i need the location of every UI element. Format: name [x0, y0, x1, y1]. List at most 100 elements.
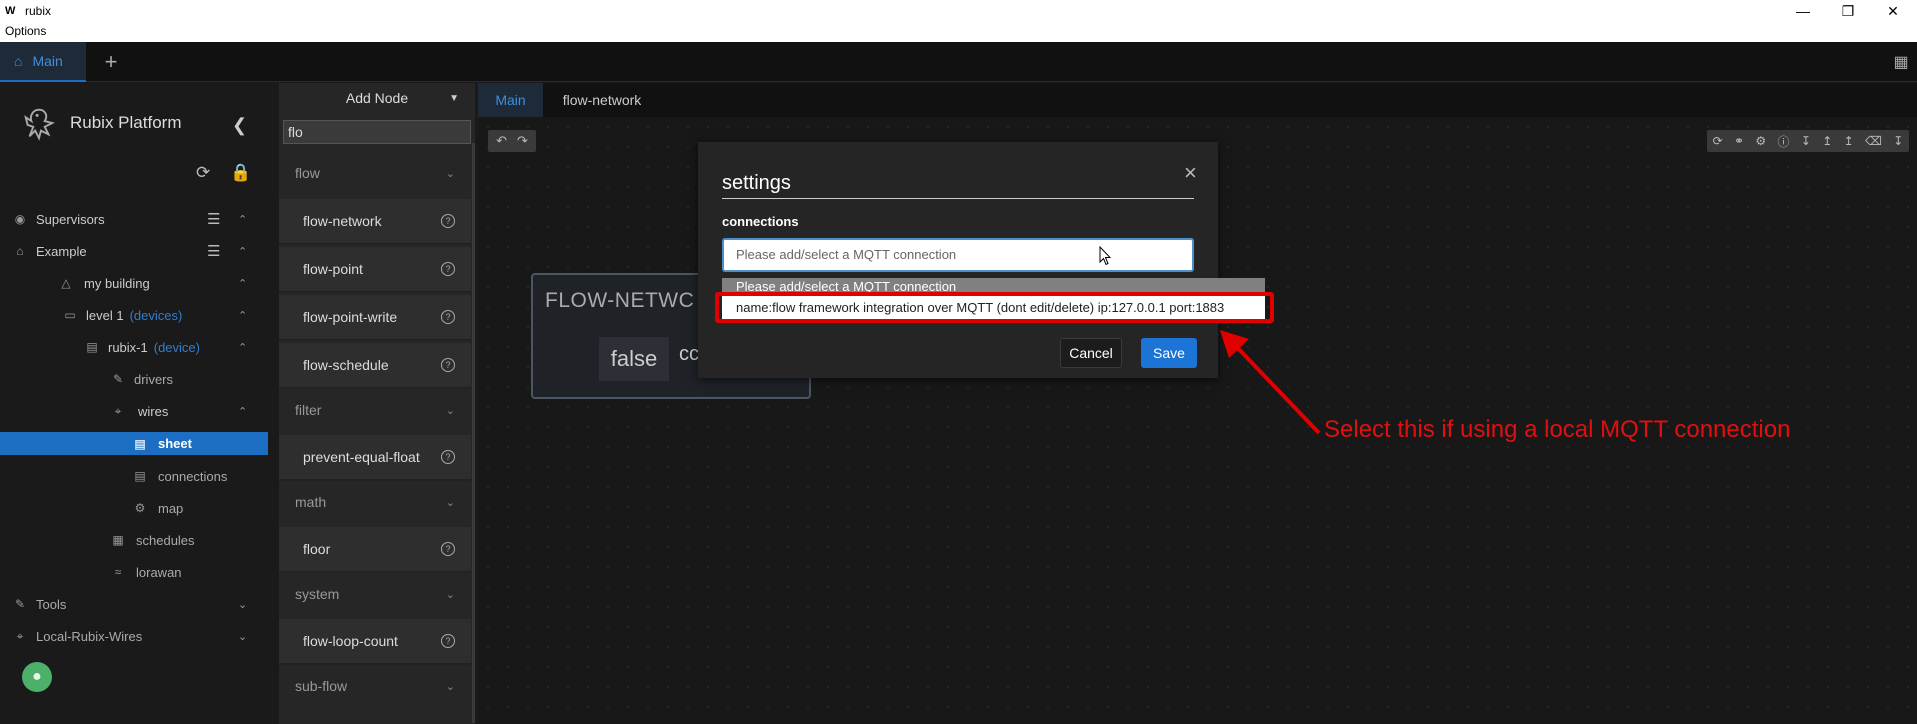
map-icon: ⚙	[134, 501, 146, 515]
sidebar-item-example[interactable]: ⌂ Example ☰ ⌃	[0, 235, 268, 267]
sidebar-item-wires[interactable]: ⌖ wires ⌃	[0, 395, 268, 427]
sidebar-item-schedules[interactable]: ▦ schedules	[0, 524, 268, 556]
node-item-label: flow-network	[303, 213, 382, 229]
connections-icon: ▤	[134, 469, 146, 483]
sidebar-item-sheet[interactable]: ▤ sheet	[0, 432, 268, 455]
sidebar-item-rubix-1[interactable]: ▤ rubix-1 (device) ⌃	[0, 331, 268, 363]
sidebar-item-map[interactable]: ⚙ map	[0, 492, 268, 524]
help-icon[interactable]: ?	[441, 450, 455, 464]
category-math[interactable]: math ⌄	[279, 480, 471, 524]
chevron-down-icon: ⌄	[445, 404, 455, 417]
brand: Rubix Platform	[20, 103, 181, 143]
sidebar-item-connections[interactable]: ▤ connections	[0, 460, 268, 492]
node-item-flow-loop-count[interactable]: flow-loop-count ?	[279, 619, 471, 665]
app-tabbar: ⌂ Main + ▦	[0, 42, 1917, 82]
node-panel-scrollbar[interactable]	[472, 143, 475, 723]
chevron-up-icon[interactable]: ⌃	[238, 309, 247, 322]
node-item-floor[interactable]: floor ?	[279, 527, 471, 573]
sync-icon[interactable]: ⟳	[1713, 134, 1723, 148]
sidebar-item-tools[interactable]: ✎ Tools ⌄	[0, 588, 268, 620]
sidebar-item-lorawan[interactable]: ≈ lorawan	[0, 556, 268, 588]
avatar[interactable]: ●	[22, 662, 52, 692]
menu-options[interactable]: Options	[5, 24, 46, 38]
upload-icon[interactable]: ↥	[1822, 134, 1832, 148]
category-sub-flow[interactable]: sub-flow ⌄	[279, 664, 471, 708]
help-icon[interactable]: ?	[441, 634, 455, 648]
category-filter[interactable]: filter ⌄	[279, 388, 471, 432]
sidebar-item-label: level 1	[86, 307, 124, 323]
undo-icon[interactable]: ↶	[496, 133, 507, 149]
refresh-icon[interactable]: ⟳	[196, 163, 210, 183]
node-item-prevent-equal-float[interactable]: prevent-equal-float ?	[279, 435, 471, 481]
sidebar-item-drivers[interactable]: ✎ drivers	[0, 363, 268, 395]
lock-icon[interactable]: 🔒	[230, 163, 251, 183]
category-label: system	[295, 586, 340, 602]
node-item-flow-network[interactable]: flow-network ?	[279, 199, 471, 245]
sidebar-item-my-building[interactable]: △ my building ⌃	[0, 267, 268, 299]
help-icon[interactable]: ?	[441, 542, 455, 556]
sidebar-item-label: sheet	[158, 436, 192, 451]
chevron-up-icon[interactable]: ⌃	[238, 245, 247, 258]
sidebar-item-label: Tools	[36, 596, 67, 612]
settings-modal: settings × connections Please add/select…	[698, 142, 1218, 378]
wires-icon: ⌖	[114, 403, 122, 418]
category-system[interactable]: system ⌄	[279, 572, 471, 616]
add-node-dropdown[interactable]: Add Node ▼	[279, 83, 475, 113]
node-item-label: flow-schedule	[303, 357, 389, 373]
mqtt-connection-select[interactable]: Please add/select a MQTT connection	[722, 238, 1194, 272]
node-item-flow-point[interactable]: flow-point ?	[279, 247, 471, 293]
chevron-down-icon[interactable]: ⌄	[238, 630, 247, 643]
trash-icon[interactable]: ⌫	[1865, 134, 1882, 148]
wrench-icon: ✎	[14, 597, 26, 611]
import-icon[interactable]: ↥	[1844, 134, 1854, 148]
close-icon[interactable]: ×	[1184, 160, 1197, 186]
export-icon[interactable]: ↧	[1893, 134, 1903, 148]
node-search-input[interactable]: flo	[283, 120, 471, 144]
node-item-label: flow-loop-count	[303, 633, 398, 649]
tab-flow-network[interactable]: flow-network	[547, 83, 657, 117]
canvas-toolbar: ⟳ ⚭ ⚙ ⓘ ↧ ↥ ↥ ⌫ ↧	[1707, 130, 1909, 152]
add-tab-button[interactable]: +	[92, 42, 130, 82]
sidebar-item-level-1[interactable]: ▭ level 1 (devices) ⌃	[0, 299, 268, 331]
chevron-up-icon[interactable]: ⌃	[238, 341, 247, 354]
category-label: filter	[295, 402, 322, 418]
chevron-down-icon: ⌄	[445, 496, 455, 509]
highlight-box	[715, 292, 1274, 323]
chevron-down-icon[interactable]: ⌄	[238, 598, 247, 611]
mouse-cursor-icon	[1099, 246, 1111, 266]
calendar-icon: ▦	[112, 533, 124, 547]
redo-icon[interactable]: ↷	[517, 133, 528, 149]
help-icon[interactable]: ?	[441, 358, 455, 372]
menu-icon[interactable]: ☰	[207, 210, 220, 228]
tab-main[interactable]: ⌂ Main	[0, 42, 86, 82]
download-icon[interactable]: ↧	[1801, 134, 1811, 148]
chevron-up-icon[interactable]: ⌃	[238, 213, 247, 226]
link-icon[interactable]: ⚭	[1734, 134, 1744, 148]
sidebar-item-local-rubix-wires[interactable]: ⌖ Local-Rubix-Wires ⌄	[0, 620, 268, 652]
chevron-up-icon[interactable]: ⌃	[238, 277, 247, 290]
node-item-flow-point-write[interactable]: flow-point-write ?	[279, 295, 471, 341]
restore-icon[interactable]: ❐	[1825, 0, 1871, 22]
chevron-down-icon: ⌄	[445, 588, 455, 601]
layout-toggle-icon[interactable]: ▦	[1889, 50, 1913, 74]
help-icon[interactable]: ?	[441, 214, 455, 228]
tab-editor-main[interactable]: Main	[478, 83, 543, 117]
help-icon[interactable]: ⓘ	[1777, 133, 1789, 150]
close-icon[interactable]: ✕	[1870, 0, 1916, 22]
chevron-up-icon[interactable]: ⌃	[238, 405, 247, 418]
help-icon[interactable]: ?	[441, 262, 455, 276]
help-icon[interactable]: ?	[441, 310, 455, 324]
save-button[interactable]: Save	[1141, 338, 1197, 368]
cancel-button[interactable]: Cancel	[1060, 338, 1122, 368]
gear-icon[interactable]: ⚙	[1755, 134, 1766, 148]
category-flow[interactable]: flow ⌄	[279, 151, 471, 195]
connections-label: connections	[722, 214, 799, 229]
sidebar-item-label: schedules	[136, 532, 195, 548]
caret-down-icon: ▼	[449, 92, 459, 104]
menu-icon[interactable]: ☰	[207, 242, 220, 260]
node-item-flow-schedule[interactable]: flow-schedule ?	[279, 343, 471, 389]
sidebar-item-supervisors[interactable]: ◉ Supervisors ☰ ⌃	[0, 203, 268, 235]
collapse-sidebar-icon[interactable]: ❮	[232, 115, 247, 136]
minimize-icon[interactable]: —	[1780, 0, 1826, 22]
wires-icon: ⌖	[16, 628, 24, 643]
